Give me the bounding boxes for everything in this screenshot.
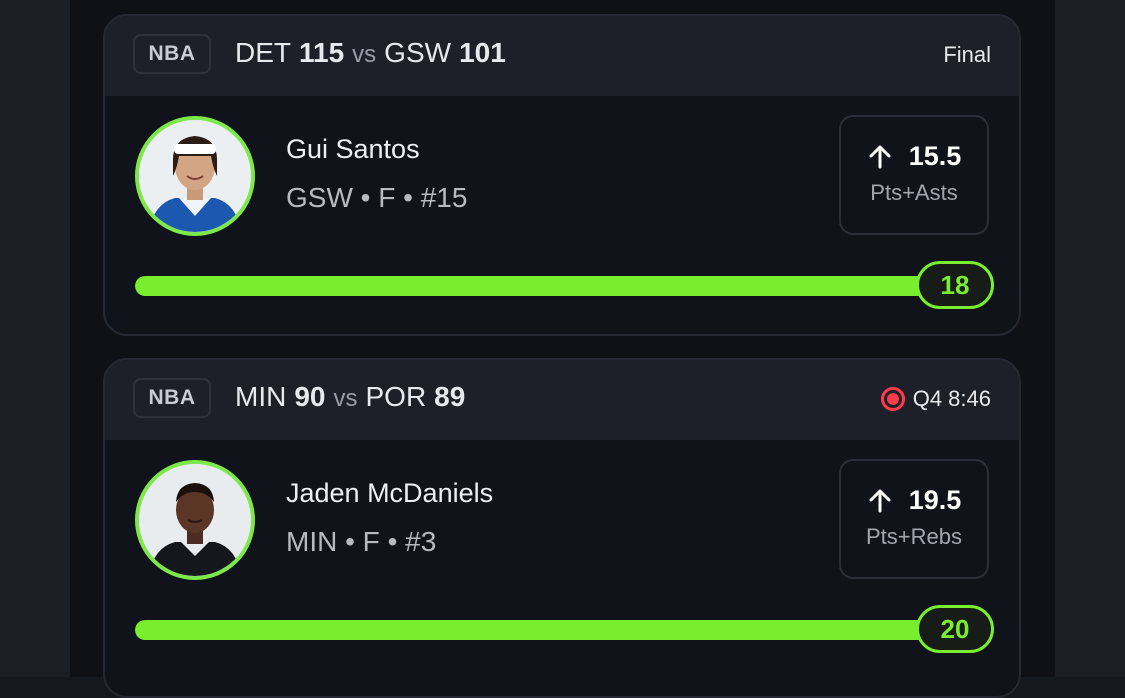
pick-line-value: 19.5	[908, 485, 962, 515]
player-meta: GSW • F • #15	[286, 182, 468, 213]
league-badge: NBA	[133, 34, 211, 74]
game-header: NBA MIN 90 vs POR 89 Q4 8:46	[105, 360, 1019, 440]
away-team: MIN	[235, 381, 287, 412]
game-header: NBA DET 115 vs GSW 101 Final	[105, 16, 1019, 96]
game-score: MIN 90 vs POR 89	[235, 381, 465, 413]
pick-card[interactable]: NBA DET 115 vs GSW 101 Final Gui Santos …	[103, 14, 1021, 336]
player-name[interactable]: Jaden McDaniels	[286, 478, 493, 509]
left-background	[0, 0, 70, 677]
right-background	[1055, 0, 1125, 677]
pick-line: 15.5	[841, 141, 987, 172]
progress-bar	[135, 276, 935, 296]
home-team: GSW	[384, 37, 452, 68]
game-status-text: Q4 8:46	[912, 386, 991, 411]
pick-line: 19.5	[841, 485, 987, 516]
pick-line-value: 15.5	[908, 141, 962, 171]
home-score: 101	[459, 37, 506, 68]
game-status: Q4 8:46	[880, 386, 991, 412]
progress-bar	[135, 620, 935, 640]
game-status: Final	[943, 42, 991, 68]
player-avatar[interactable]	[135, 460, 255, 580]
pick-card[interactable]: NBA MIN 90 vs POR 89 Q4 8:46 Jaden McDan…	[103, 358, 1021, 698]
game-status-text: Final	[943, 42, 991, 67]
vs-label: vs	[352, 41, 377, 68]
player-headshot	[139, 120, 251, 232]
player-avatar[interactable]	[135, 116, 255, 236]
arrow-up-icon	[869, 489, 891, 512]
away-team: DET	[235, 37, 291, 68]
away-score: 90	[294, 381, 326, 412]
arrow-up-icon	[869, 145, 891, 168]
away-score: 115	[299, 37, 345, 68]
pick-line-box[interactable]: 19.5 Pts+Rebs	[839, 459, 989, 579]
game-score: DET 115 vs GSW 101	[235, 37, 506, 69]
progress-fill	[135, 620, 935, 640]
pick-stat: Pts+Asts	[870, 180, 958, 205]
pick-line-box[interactable]: 15.5 Pts+Asts	[839, 115, 989, 235]
result-value: 20	[916, 605, 994, 653]
league-badge: NBA	[133, 378, 211, 418]
result-value: 18	[916, 261, 994, 309]
home-score: 89	[434, 381, 466, 412]
player-meta: MIN • F • #3	[286, 526, 437, 557]
progress-fill	[135, 276, 935, 296]
vs-label: vs	[333, 385, 358, 412]
live-indicator-icon	[880, 387, 905, 411]
pick-stat: Pts+Rebs	[866, 524, 962, 549]
player-name[interactable]: Gui Santos	[286, 134, 420, 165]
home-team: POR	[365, 381, 427, 412]
player-headshot	[139, 464, 251, 576]
